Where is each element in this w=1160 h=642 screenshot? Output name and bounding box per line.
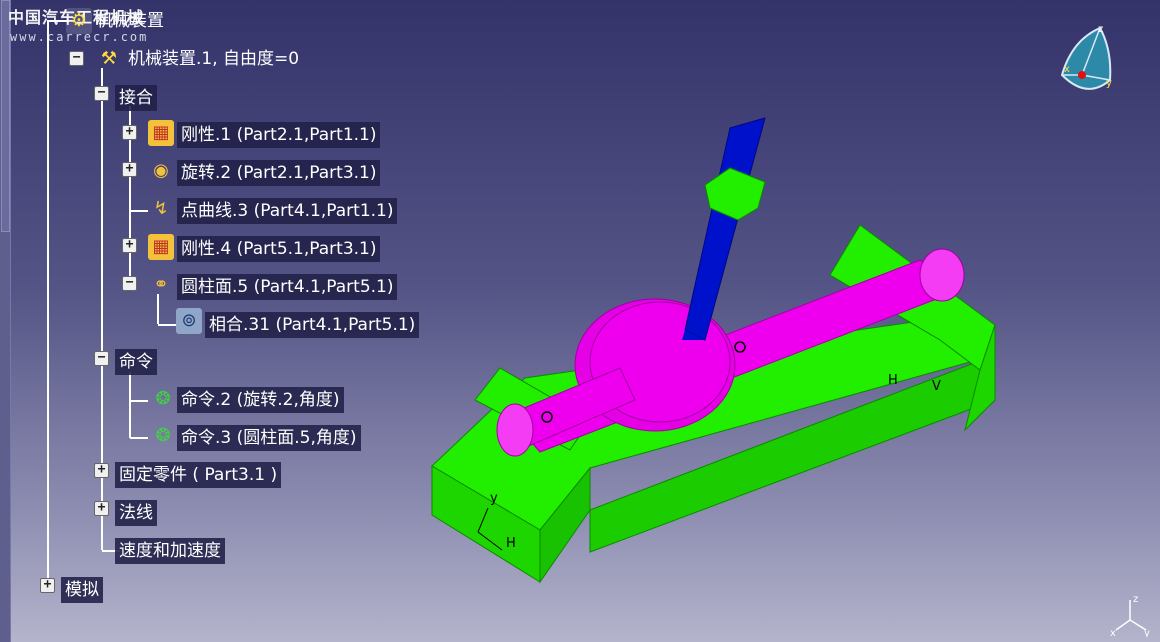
tree-item-fixed-part[interactable]: 固定零件 ( Part3.1 ) [115, 462, 282, 488]
tree-line-cylindrical [157, 294, 159, 324]
tree-item-constraint-31[interactable]: 相合.31 (Part4.1,Part5.1) [205, 312, 420, 338]
tree-line-commands [129, 372, 131, 438]
compass-z-label: z [1098, 24, 1103, 35]
axis-x-label: x [1110, 628, 1116, 637]
collapse-joint-5-button[interactable]: − [122, 276, 137, 291]
tree-item-joint-4[interactable]: 刚性.4 (Part5.1,Part3.1) [177, 236, 381, 262]
cylindrical-joint-icon[interactable]: ⚭ [148, 272, 174, 298]
tree-line-root [47, 20, 49, 588]
expand-fixed-part-button[interactable]: + [94, 463, 109, 478]
tree-hline [130, 210, 148, 212]
angle-command-icon[interactable]: ❂ [150, 386, 176, 412]
tree-item-joint-1[interactable]: 刚性.1 (Part2.1,Part1.1) [177, 122, 381, 148]
angle-command-icon[interactable]: ❂ [150, 423, 176, 449]
tree-item-simulation[interactable]: 模拟 [61, 577, 103, 603]
tree-item-joint-5[interactable]: 圆柱面.5 (Part4.1,Part5.1) [177, 274, 398, 300]
collapse-mechanism-button[interactable]: − [69, 51, 84, 66]
rigid-joint-icon[interactable]: ▦ [148, 120, 174, 146]
point-curve-joint-icon[interactable]: ↯ [148, 196, 174, 222]
scrollbar-thumb[interactable] [1, 0, 10, 232]
axis-h-label-right: H [888, 373, 898, 388]
tree-item-mechanism[interactable]: 机械装置.1, 自由度=0 [124, 46, 303, 72]
tree-item-speeds[interactable]: 速度和加速度 [115, 538, 225, 564]
compass-navigation[interactable]: z x y [1052, 20, 1122, 100]
expand-joint-2-button[interactable]: + [122, 162, 137, 177]
shaft-stub-end [496, 403, 534, 457]
tree-item-joint-2[interactable]: 旋转.2 (Part2.1,Part3.1) [177, 160, 381, 186]
axis-v-label-right: V [932, 379, 941, 394]
axes-indicator: z x y [1110, 594, 1150, 637]
tree-item-joints[interactable]: 接合 [115, 85, 157, 111]
tree-item-command-3[interactable]: 命令.3 (圆柱面.5,角度) [177, 425, 361, 451]
tree-hline [130, 437, 148, 439]
axis-x-line [1115, 619, 1131, 631]
collapse-joints-button[interactable]: − [94, 86, 109, 101]
compass-x-label: x [1064, 64, 1070, 75]
mechanism-3d-model[interactable]: y H H V [420, 100, 1020, 600]
axis-z-label: z [1133, 594, 1138, 605]
tree-root-label[interactable]: 机械装置 [92, 8, 168, 34]
axis-y-label: y [1144, 628, 1150, 637]
tree-hline [130, 400, 148, 402]
coincidence-constraint-icon[interactable]: ⊚ [176, 308, 202, 334]
axis-h-label: H [506, 536, 516, 551]
expand-joint-4-button[interactable]: + [122, 238, 137, 253]
pen [684, 117, 766, 341]
mechanism-icon[interactable]: ⚒ [96, 46, 122, 72]
tree-item-joint-3[interactable]: 点曲线.3 (Part4.1,Part1.1) [177, 198, 398, 224]
tree-item-commands[interactable]: 命令 [115, 349, 157, 375]
tree-scrollbar[interactable] [0, 0, 11, 642]
expand-laws-button[interactable]: + [94, 501, 109, 516]
tree-item-laws[interactable]: 法线 [115, 500, 157, 526]
mechanism-root-icon[interactable]: ⚙ [66, 8, 92, 34]
tree-hline [158, 324, 176, 326]
rigid-joint-icon[interactable]: ▦ [148, 234, 174, 260]
revolute-joint-icon[interactable]: ◉ [148, 158, 174, 184]
collapse-commands-button[interactable]: − [94, 351, 109, 366]
axis-y-label: y [490, 491, 498, 506]
compass-dome [1060, 26, 1112, 90]
shaft-right-end [919, 248, 965, 302]
expand-joint-1-button[interactable]: + [122, 125, 137, 140]
tree-item-command-2[interactable]: 命令.2 (旋转.2,角度) [177, 387, 344, 413]
compass-y-label: y [1106, 78, 1112, 89]
expand-simulation-button[interactable]: + [40, 578, 55, 593]
compass-center [1078, 71, 1086, 79]
